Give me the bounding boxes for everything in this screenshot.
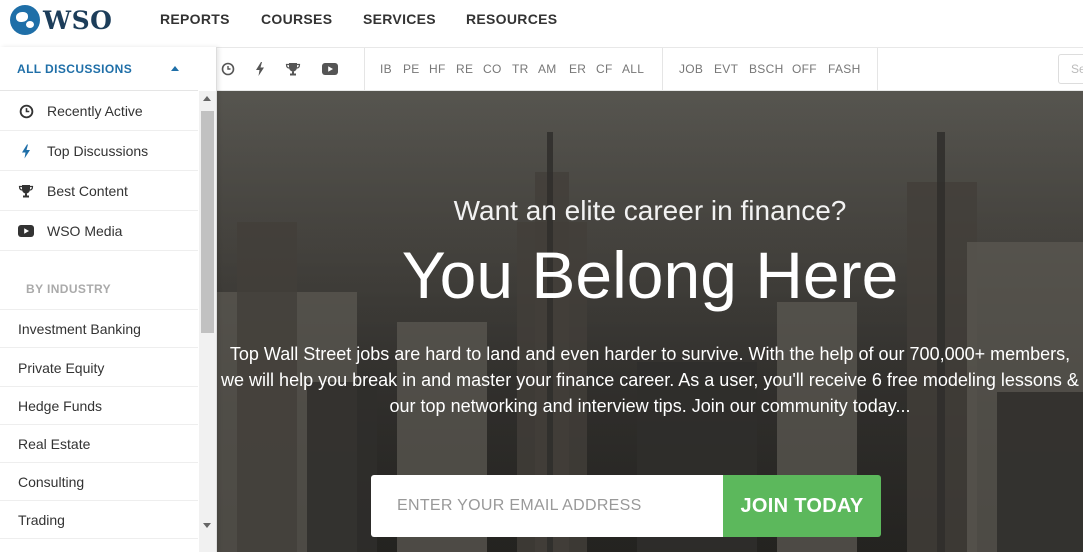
- filter-off[interactable]: OFF: [792, 62, 817, 76]
- join-today-button[interactable]: JOIN TODAY: [723, 475, 881, 537]
- all-discussions-toggle[interactable]: ALL DISCUSSIONS: [0, 47, 198, 91]
- sidebar-header-label: ALL DISCUSSIONS: [17, 62, 133, 76]
- wso-logo[interactable]: WSO: [10, 5, 112, 35]
- filter-re[interactable]: RE: [456, 62, 473, 76]
- sidebar-item-real-estate[interactable]: Real Estate: [0, 425, 198, 463]
- sidebar-item-label: Investment Banking: [18, 321, 141, 337]
- divider: [364, 48, 365, 90]
- divider: [877, 48, 878, 90]
- top-navbar: WSO REPORTS COURSES SERVICES RESOURCES: [0, 0, 1083, 47]
- filter-am[interactable]: AM: [538, 62, 557, 76]
- search-input[interactable]: Se: [1058, 54, 1083, 84]
- logo-text: WSO: [43, 5, 113, 35]
- clock-icon[interactable]: [220, 61, 236, 77]
- hero-title: You Belong Here: [401, 238, 899, 312]
- filter-bar: IB PE HF RE CO TR AM ER CF ALL JOB EVT B…: [198, 47, 1083, 91]
- sidebar-item-recently-active[interactable]: Recently Active: [0, 91, 198, 131]
- filter-tr[interactable]: TR: [512, 62, 529, 76]
- section-heading: BY INDUSTRY: [26, 282, 112, 296]
- filter-hf[interactable]: HF: [429, 62, 446, 76]
- sidebar-item-consulting[interactable]: Consulting: [0, 463, 198, 501]
- sidebar-item-label: Trading: [18, 512, 65, 528]
- nav-services[interactable]: SERVICES: [363, 11, 436, 27]
- filter-job[interactable]: JOB: [679, 62, 703, 76]
- filter-fash[interactable]: FASH: [828, 62, 861, 76]
- sidebar-item-wso-media[interactable]: WSO Media: [0, 211, 198, 251]
- sidebar-item-private-equity[interactable]: Private Equity: [0, 349, 198, 387]
- filter-er[interactable]: ER: [569, 62, 586, 76]
- trophy-icon: [18, 183, 34, 199]
- sidebar-item-label: Real Estate: [18, 436, 91, 452]
- scroll-down-icon[interactable]: [203, 523, 211, 528]
- filter-co[interactable]: CO: [483, 62, 502, 76]
- sidebar-item-label: Consulting: [18, 474, 85, 490]
- bolt-icon: [18, 143, 34, 159]
- youtube-icon: [18, 223, 34, 239]
- filter-bsch[interactable]: BSCH: [749, 62, 784, 76]
- hero-description: Top Wall Street jobs are hard to land an…: [221, 344, 1079, 416]
- youtube-icon[interactable]: [322, 61, 338, 77]
- nav-courses[interactable]: COURSES: [261, 11, 332, 27]
- sidebar-item-trading[interactable]: Trading: [0, 501, 198, 539]
- scrollbar-thumb[interactable]: [201, 111, 214, 333]
- filter-all[interactable]: ALL: [622, 62, 644, 76]
- scroll-up-icon[interactable]: [203, 96, 211, 101]
- hero-banner: Want an elite career in finance? You Bel…: [217, 91, 1083, 552]
- discussions-sidebar: ALL DISCUSSIONS Recently Active Top Disc…: [0, 47, 217, 552]
- email-field[interactable]: [371, 475, 723, 537]
- sidebar-item-label: Best Content: [47, 183, 128, 199]
- sidebar-item-label: Private Equity: [18, 360, 105, 376]
- nav-resources[interactable]: RESOURCES: [466, 11, 557, 27]
- chevron-up-icon: [171, 66, 179, 71]
- sidebar-item-hedge-funds[interactable]: Hedge Funds: [0, 387, 198, 425]
- bolt-icon[interactable]: [252, 61, 268, 77]
- filter-pe[interactable]: PE: [403, 62, 420, 76]
- sidebar-item-best-content[interactable]: Best Content: [0, 171, 198, 211]
- sidebar-item-label: Hedge Funds: [18, 398, 103, 414]
- filter-cf[interactable]: CF: [596, 62, 613, 76]
- sidebar-item-top-discussions[interactable]: Top Discussions: [0, 131, 198, 171]
- globe-icon: [10, 5, 40, 35]
- trophy-icon[interactable]: [285, 61, 301, 77]
- sidebar-item-label: WSO Media: [47, 223, 123, 239]
- sidebar-scrollbar[interactable]: [199, 91, 216, 552]
- sidebar-item-label: Top Discussions: [47, 143, 149, 159]
- clock-icon: [18, 103, 34, 119]
- filter-evt[interactable]: EVT: [714, 62, 738, 76]
- sidebar-item-investment-banking[interactable]: Investment Banking: [0, 310, 198, 348]
- divider: [662, 48, 663, 90]
- hero-subtitle: Want an elite career in finance?: [453, 195, 847, 226]
- nav-reports[interactable]: REPORTS: [160, 11, 230, 27]
- sidebar-item-label: Recently Active: [47, 103, 143, 119]
- filter-ib[interactable]: IB: [380, 62, 392, 76]
